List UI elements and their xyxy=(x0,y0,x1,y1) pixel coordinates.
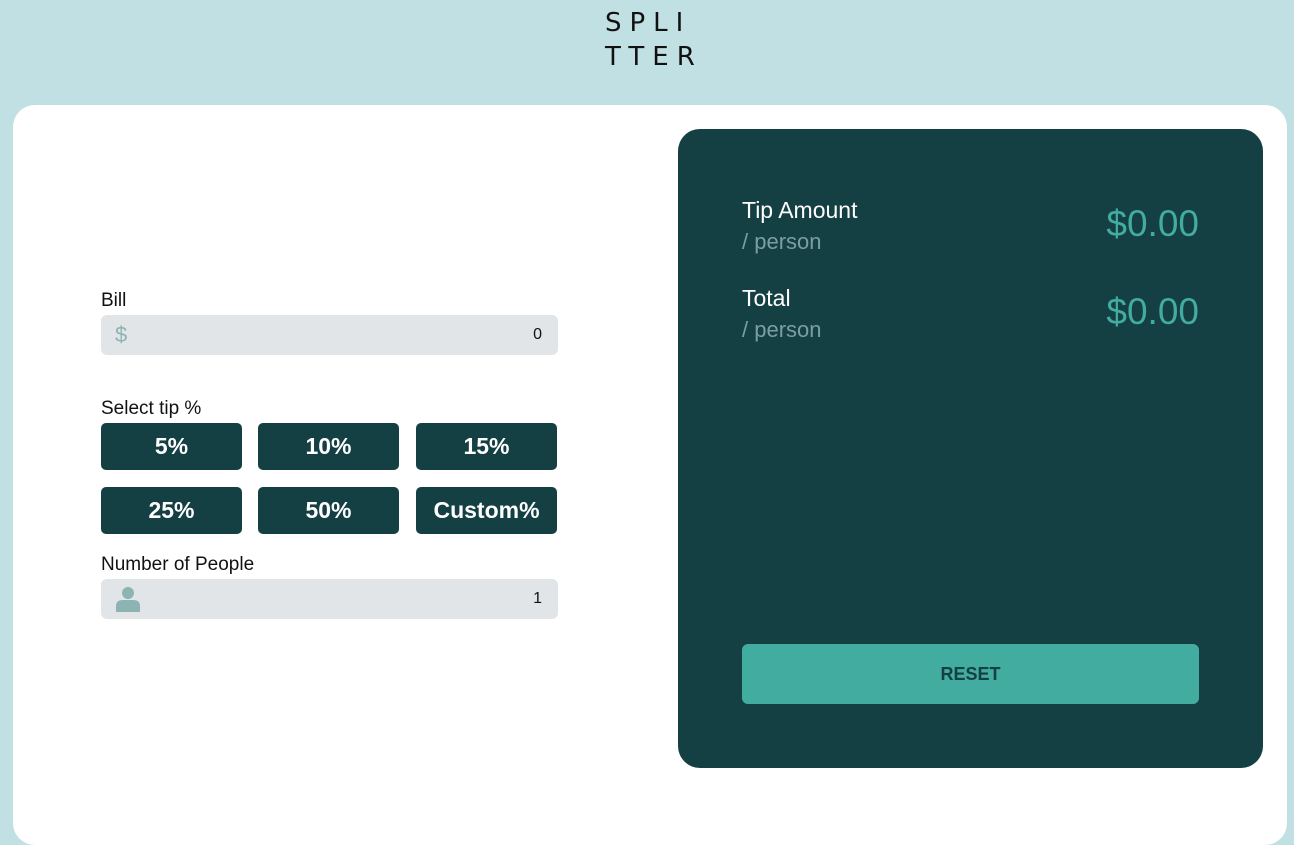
dollar-icon: $ xyxy=(115,322,128,347)
total-title: Total xyxy=(742,285,791,311)
bill-input[interactable]: $ 0 xyxy=(101,315,558,355)
total-value: $0.00 xyxy=(1106,291,1199,332)
tip-amount-title: Tip Amount xyxy=(742,197,858,223)
bill-label: Bill xyxy=(101,290,127,311)
people-input-value: 1 xyxy=(533,590,542,607)
tip-button-50[interactable]: 50% xyxy=(258,487,399,534)
app-logo: SPLI TTER xyxy=(605,6,715,74)
reset-button[interactable]: RESET xyxy=(742,644,1199,704)
tip-button-15[interactable]: 15% xyxy=(416,423,557,470)
bill-input-value: 0 xyxy=(533,326,542,343)
tip-button-custom[interactable]: Custom% xyxy=(416,487,557,534)
select-tip-label: Select tip % xyxy=(101,398,202,419)
total-per-person: / person xyxy=(742,317,822,342)
tip-amount-per-person: / person xyxy=(742,229,822,254)
tip-button-25[interactable]: 25% xyxy=(101,487,242,534)
people-input[interactable]: 1 xyxy=(101,579,558,619)
tip-amount-value: $0.00 xyxy=(1106,203,1199,244)
calculator-card: Bill $ 0 Select tip % 5% 10% 15% 25% 50%… xyxy=(13,105,1287,845)
people-label: Number of People xyxy=(101,554,255,575)
logo-line-2: TTER xyxy=(605,42,703,72)
results-panel: Tip Amount / person $0.00 Total / person… xyxy=(678,129,1263,768)
person-icon xyxy=(116,586,140,617)
logo-line-1: SPLI xyxy=(605,8,692,38)
tip-button-5[interactable]: 5% xyxy=(101,423,242,470)
tip-button-10[interactable]: 10% xyxy=(258,423,399,470)
